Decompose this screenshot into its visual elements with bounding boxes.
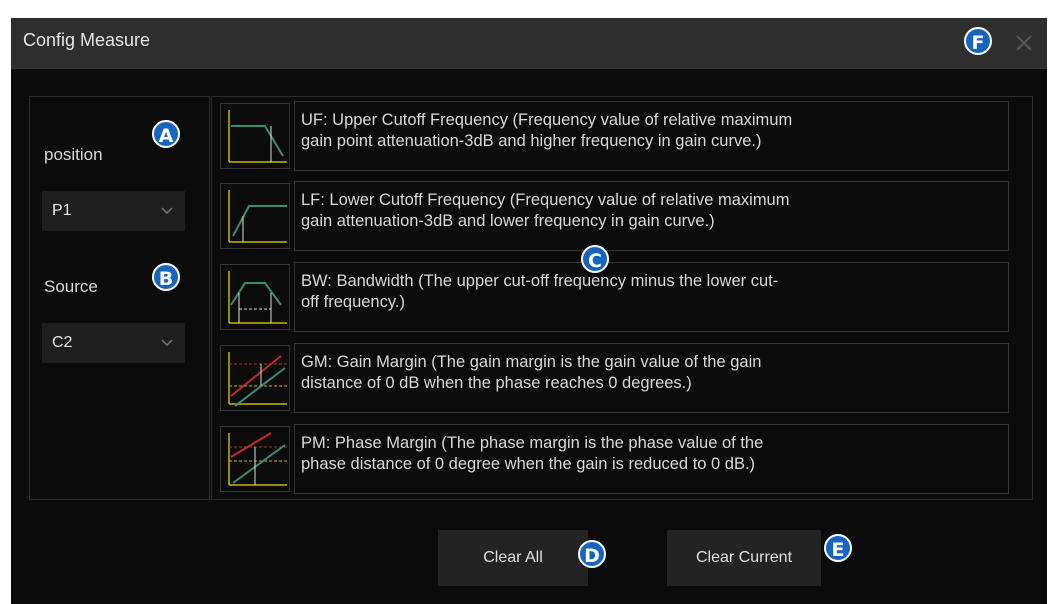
config-measure-dialog: Config Measure position P1 Source C2 UF:… [11,18,1047,604]
measurement-item-gm[interactable]: GM: Gain Margin (The gain margin is the … [212,339,1032,418]
clear-current-button[interactable]: Clear Current [667,530,821,586]
measurement-description: UF: Upper Cutoff Frequency (Frequency va… [294,101,1009,171]
callout-badge-f: F [964,27,992,55]
phase-margin-icon [220,426,290,492]
measurement-description: BW: Bandwidth (The upper cut-off frequen… [294,262,1009,332]
position-label: position [44,145,103,164]
clear-all-button[interactable]: Clear All [438,530,588,586]
measurement-item-lf[interactable]: LF: Lower Cutoff Frequency (Frequency va… [212,177,1032,256]
measurement-description: PM: Phase Margin (The phase margin is th… [294,424,1009,494]
measurement-description: LF: Lower Cutoff Frequency (Frequency va… [294,181,1009,251]
upper-cutoff-icon [220,103,290,169]
callout-badge-c: C [581,245,609,273]
callout-badge-a: A [152,120,180,148]
callout-badge-e: E [824,534,852,562]
measurement-item-pm[interactable]: PM: Phase Margin (The phase margin is th… [212,420,1032,499]
settings-panel: position P1 Source C2 [29,96,210,500]
callout-badge-d: D [578,540,606,568]
gain-margin-icon [220,345,290,411]
source-select[interactable]: C2 [42,323,185,363]
source-value: C2 [52,334,73,351]
measurement-description: GM: Gain Margin (The gain margin is the … [294,343,1009,413]
dialog-title: Config Measure [23,30,151,50]
chevron-down-icon [161,207,173,215]
position-select[interactable]: P1 [42,191,185,231]
chevron-down-icon [161,339,173,347]
measurement-list: UF: Upper Cutoff Frequency (Frequency va… [211,96,1033,500]
position-value: P1 [52,202,72,219]
bandwidth-icon [220,264,290,330]
close-icon[interactable] [1011,30,1037,56]
measurement-item-bw[interactable]: BW: Bandwidth (The upper cut-off frequen… [212,258,1032,337]
lower-cutoff-icon [220,183,290,249]
title-bar: Config Measure [11,18,1047,69]
callout-badge-b: B [152,263,180,291]
source-label: Source [44,277,98,296]
measurement-item-uf[interactable]: UF: Upper Cutoff Frequency (Frequency va… [212,97,1032,176]
